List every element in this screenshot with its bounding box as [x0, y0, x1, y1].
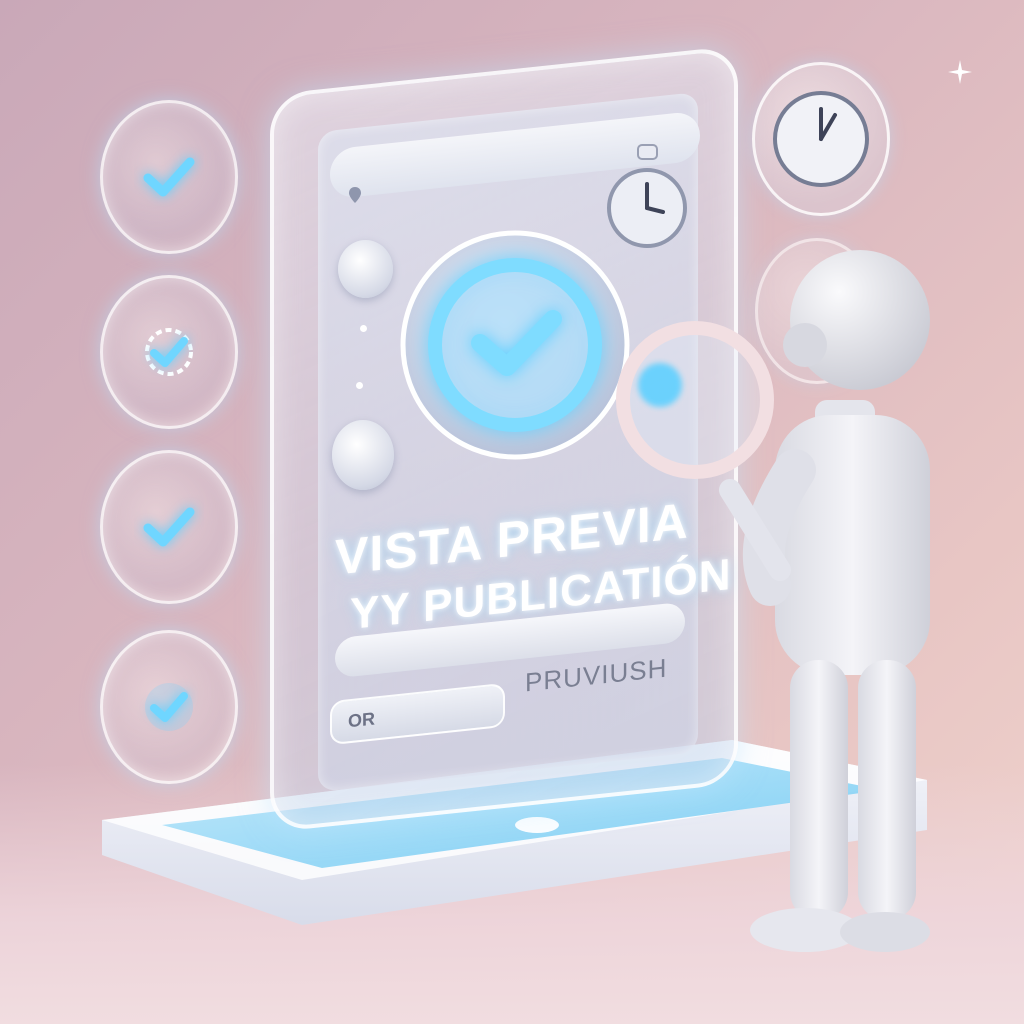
- panel-small-button-label: OR: [348, 707, 375, 731]
- check-disc-2: [100, 275, 238, 429]
- sparkle-icon: [948, 60, 972, 84]
- panel-dot: [356, 382, 363, 389]
- clock-disc: [752, 62, 890, 216]
- check-circle-icon: [400, 230, 630, 460]
- check-icon: [143, 157, 195, 197]
- clock-icon: [773, 91, 869, 187]
- panel-round-button-1[interactable]: [338, 240, 393, 298]
- panel-round-button-2[interactable]: [332, 420, 394, 490]
- panel-dot: [360, 325, 367, 332]
- illustration-scene: VISTA PREVIA YY PUBLICATIÓN OR PRUVIUSH: [0, 0, 1024, 1024]
- check-icon: [143, 507, 195, 547]
- check-disc-3: [100, 450, 238, 604]
- badge-check-icon: [145, 328, 193, 376]
- person-figure: [616, 250, 930, 952]
- stopwatch-icon: [607, 144, 687, 248]
- check-disc-1: [100, 100, 238, 254]
- location-pin-icon: [349, 187, 361, 203]
